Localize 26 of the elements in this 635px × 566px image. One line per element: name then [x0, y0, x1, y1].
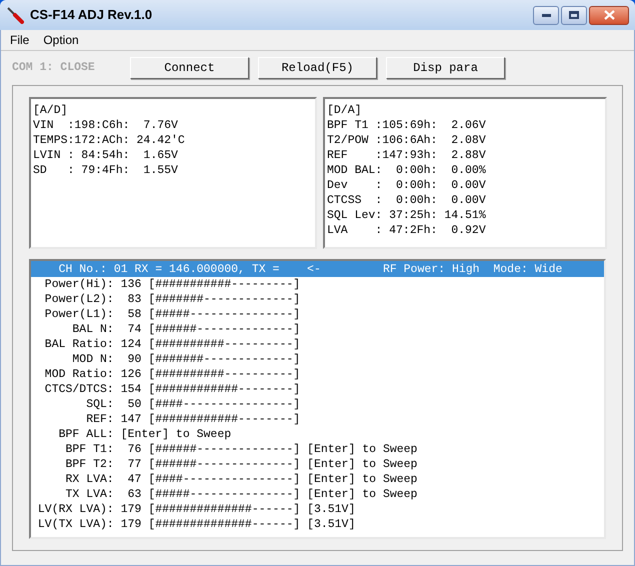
panel-line: MOD BAL: 0:00h: 0.00% — [327, 163, 486, 178]
menu-item[interactable]: File — [10, 31, 30, 49]
panel-line: T2/POW :106:6Ah: 2.08V — [327, 133, 486, 148]
panel-line: BPF T1 :105:69h: 2.06V — [327, 118, 486, 133]
close-button[interactable] — [589, 6, 629, 24]
panel-line: LVIN : 84:54h: 1.65V — [33, 148, 178, 163]
maximize-button[interactable] — [561, 6, 587, 24]
close-icon — [604, 10, 614, 20]
toolbar-button[interactable]: Disp para — [386, 57, 505, 79]
port-status: COM 1: CLOSE — [12, 60, 96, 76]
screwdriver-icon — [6, 6, 24, 24]
panel-line: LVA : 47:2Fh: 0.92V — [327, 223, 486, 238]
panel-line: REF :147:93h: 2.88V — [327, 148, 486, 163]
toolbar-button[interactable]: Reload(F5) — [258, 57, 377, 79]
panel-line: VIN :198:C6h: 7.76V — [33, 118, 178, 133]
panel-line: SD : 79:4Fh: 1.55V — [33, 163, 178, 178]
menu-item[interactable]: Option — [43, 31, 79, 49]
panel-line: TEMPS:172:ACh: 24.42'C — [33, 133, 185, 148]
panel-line: SQL Lev: 37:25h: 14.51% — [327, 208, 486, 223]
minimize-button[interactable] — [533, 6, 559, 24]
panel-line: CTCSS : 0:00h: 0.00V — [327, 193, 486, 208]
panel-line: [D/A] — [327, 103, 362, 118]
panel-line: Dev : 0:00h: 0.00V — [327, 178, 486, 193]
panel-line: [A/D] — [33, 103, 68, 118]
window-title: CS-F14 ADJ Rev.1.0 — [30, 6, 152, 24]
toolbar-button[interactable]: Connect — [130, 57, 249, 79]
